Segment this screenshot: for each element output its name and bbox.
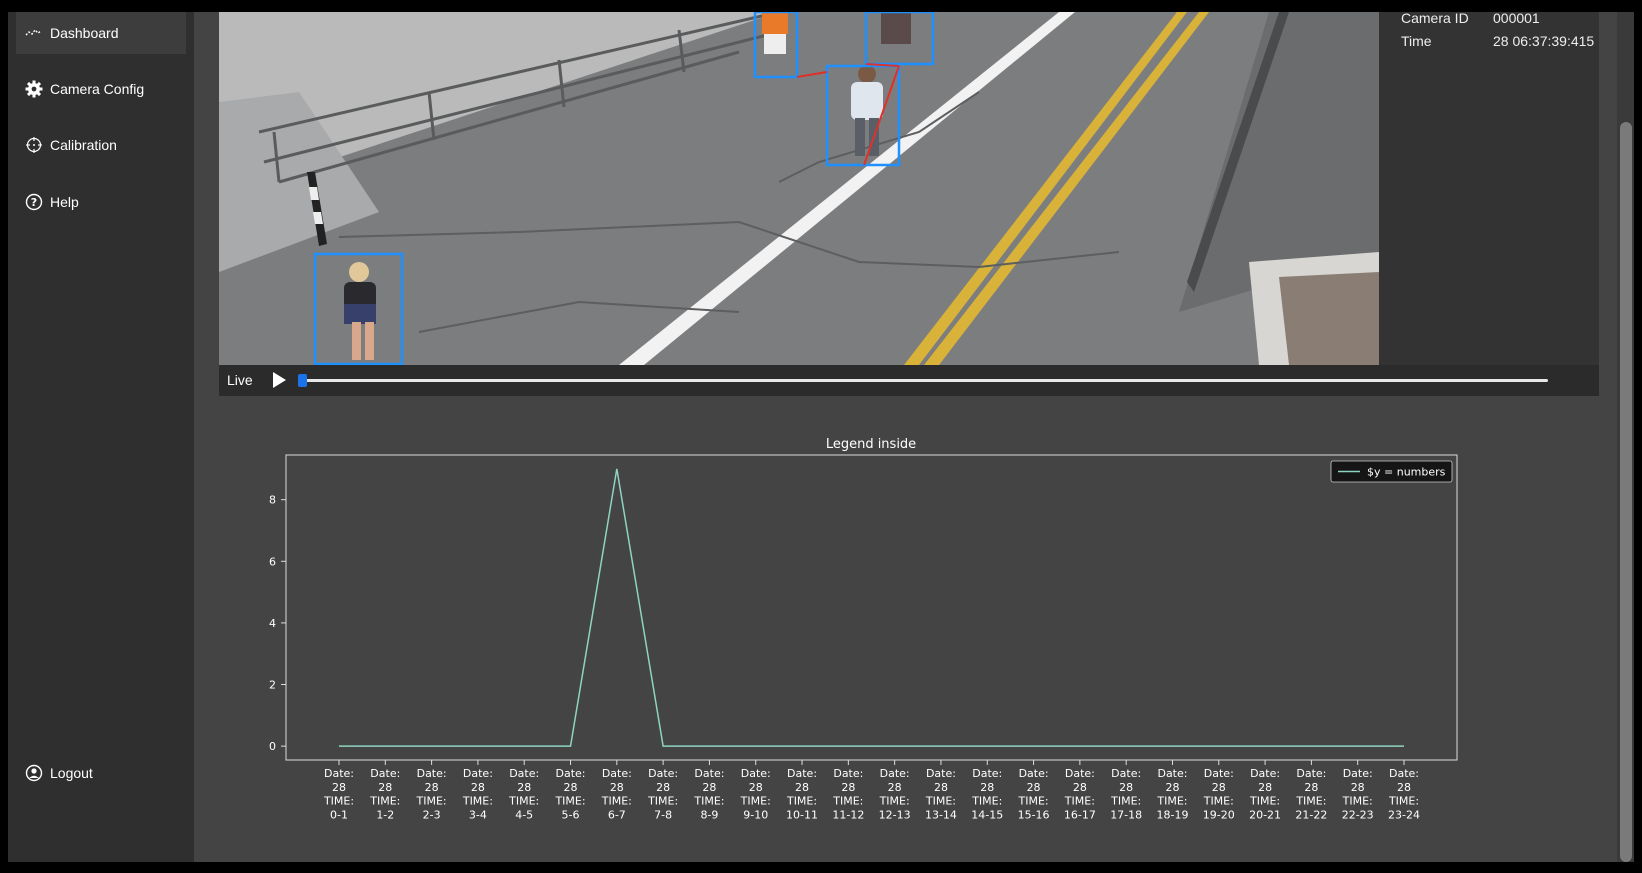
y-tick-label: 0 [269,740,276,753]
camera-feed-image [219,12,1379,365]
x-tick-label: Date: 28 TIME: 5-6 [554,767,585,821]
x-tick-label: Date: 28 TIME: 16-17 [1064,767,1096,821]
x-tick-label: Date: 28 TIME: 7-8 [647,767,678,821]
camera-feed [219,12,1379,365]
time-label: Time [1401,33,1432,49]
crosshair-icon [24,135,44,155]
sidebar-item-label: Dashboard [50,25,119,41]
seek-handle[interactable] [298,374,307,387]
y-tick-label: 2 [269,679,276,692]
sidebar-item-label: Calibration [50,137,117,153]
activity-icon [24,23,44,43]
legend-label: $y = numbers [1367,466,1446,479]
live-label: Live [227,372,253,388]
sidebar-item-label: Camera Config [50,81,145,97]
x-tick-label: Date: 28 TIME: 9-10 [740,767,771,821]
x-tick-label: Date: 28 TIME: 0-1 [323,767,354,821]
video-panel: Camera ID 000001 Time 28 06:37:39:415 Li… [219,12,1599,396]
sidebar-item-dashboard[interactable]: Dashboard [16,12,186,54]
y-tick-label: 6 [269,555,276,568]
sidebar: Dashboard Camera Config Calibration ? He… [8,12,194,862]
sidebar-item-label: Help [50,194,79,210]
sidebar-item-calibration[interactable]: Calibration [16,124,186,166]
sidebar-item-help[interactable]: ? Help [16,181,186,223]
x-tick-label: Date: 28 TIME: 8-9 [693,767,724,821]
x-tick-label: Date: 28 TIME: 14-15 [971,767,1003,821]
logout-button[interactable]: Logout [16,752,186,794]
play-button[interactable] [270,371,288,389]
x-tick-label: Date: 28 TIME: 2-3 [416,767,447,821]
help-circle-icon: ? [24,192,44,212]
seek-bar[interactable] [302,379,1548,382]
x-tick-label: Date: 28 TIME: 15-16 [1018,767,1050,821]
series-line [339,468,1404,747]
app-frame: Dashboard Camera Config Calibration ? He… [8,12,1634,862]
time-value: 28 06:37:39:415 [1493,33,1595,49]
x-tick-label: Date: 28 TIME: 19-20 [1203,767,1235,821]
x-tick-label: Date: 28 TIME: 13-14 [925,767,957,821]
x-tick-label: Date: 28 TIME: 17-18 [1110,767,1142,821]
x-tick-label: Date: 28 TIME: 23-24 [1388,767,1420,821]
camera-id-row: Camera ID 000001 [1401,12,1540,30]
chart-title: Legend inside [826,437,916,452]
user-circle-icon [24,763,44,783]
x-tick-label: Date: 28 TIME: 21-22 [1295,767,1327,821]
time-row: Time 28 06:37:39:415 [1401,33,1594,53]
plot-frame [285,454,1458,761]
scrollbar-thumb[interactable] [1620,122,1632,862]
x-tick-label: Date: 28 TIME: 18-19 [1156,767,1188,821]
player-controls: Live [219,365,1599,396]
y-tick-label: 4 [269,617,276,630]
chart-container: Legend inside 0 2 4 6 8 Date: 28 TIME: 0-1 Date: 2… [219,427,1519,862]
gear-icon [24,79,44,99]
camera-id-label: Camera ID [1401,12,1469,26]
x-tick-label: Date: 28 TIME: 6-7 [601,767,632,821]
x-tick-label: Date: 28 TIME: 10-11 [786,767,818,821]
camera-info-panel: Camera ID 000001 Time 28 06:37:39:415 [1379,12,1599,365]
line-chart: Legend inside 0 2 4 6 8 Date: 28 TIME: 0-1 Date: 2… [269,437,1458,821]
x-tick-label: Date: 28 TIME: 20-21 [1249,767,1281,821]
logout-label: Logout [50,765,93,781]
play-icon [273,372,286,388]
camera-id-value: 000001 [1493,12,1540,26]
y-tick-label: 8 [269,494,276,507]
svg-text:?: ? [31,196,37,209]
page-scrollbar[interactable] [1617,12,1634,862]
x-tick-label: Date: 28 TIME: 4-5 [508,767,539,821]
sidebar-item-camera-config[interactable]: Camera Config [16,68,186,110]
x-tick-label: Date: 28 TIME: 12-13 [879,767,911,821]
x-tick-label: Date: 28 TIME: 22-23 [1342,767,1374,821]
x-tick-label: Date: 28 TIME: 3-4 [462,767,493,821]
x-tick-label: Date: 28 TIME: 11-12 [832,767,864,821]
x-tick-label: Date: 28 TIME: 1-2 [369,767,400,821]
